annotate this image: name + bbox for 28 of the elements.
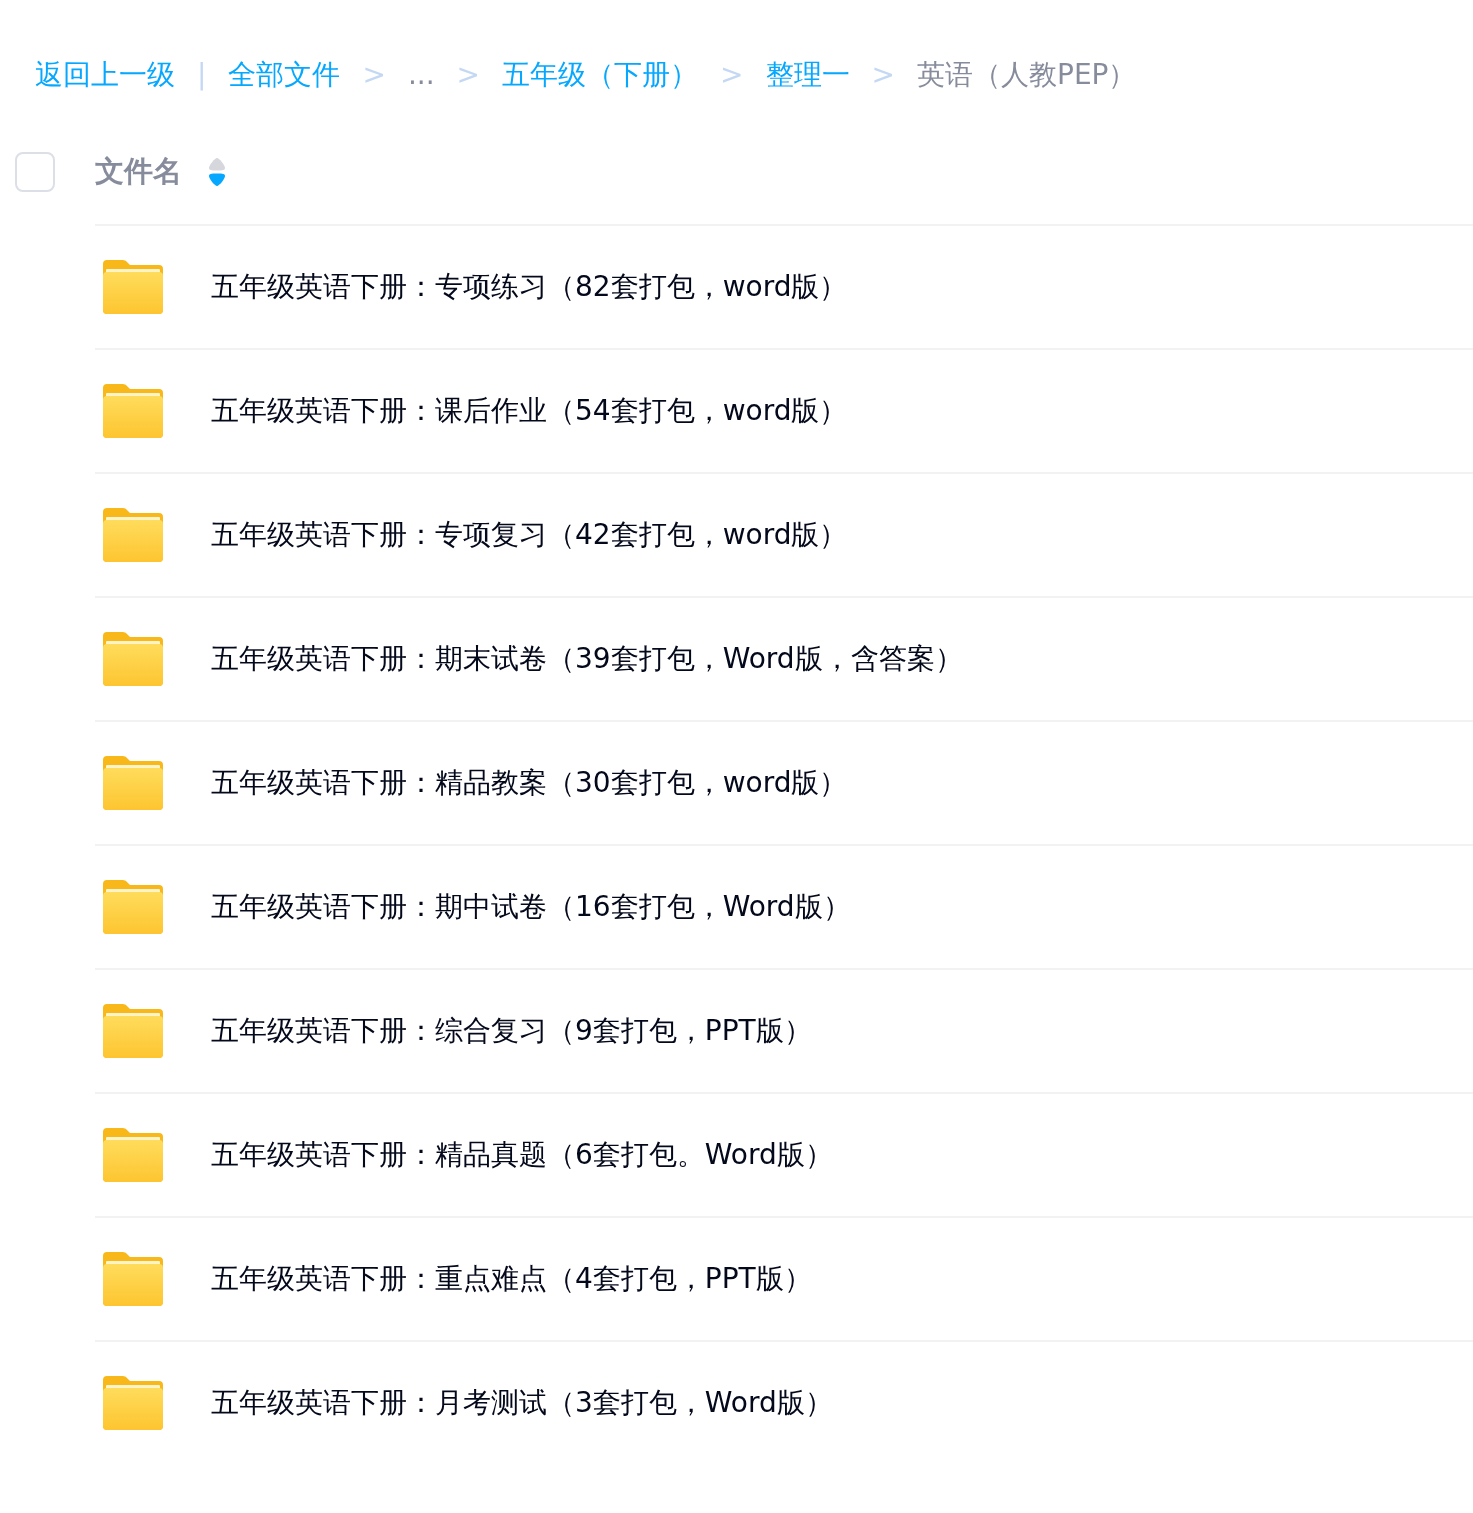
divider: |: [197, 57, 207, 93]
breadcrumb-separator: >: [456, 57, 481, 93]
file-name[interactable]: 五年级英语下册：综合复习（9套打包，PPT版）: [211, 1010, 812, 1052]
file-name[interactable]: 五年级英语下册：精品真题（6套打包。Word版）: [211, 1134, 833, 1176]
breadcrumb-separator: >: [720, 57, 744, 93]
select-all-checkbox[interactable]: [15, 152, 55, 192]
folder-icon: [103, 260, 163, 314]
file-name[interactable]: 五年级英语下册：专项练习（82套打包，word版）: [211, 266, 848, 308]
folder-icon: [103, 1376, 163, 1430]
folder-icon: [103, 1128, 163, 1182]
file-name[interactable]: 五年级英语下册：专项复习（42套打包，word版）: [211, 514, 848, 556]
file-name[interactable]: 五年级英语下册：精品教案（30套打包，word版）: [211, 762, 848, 804]
file-name[interactable]: 五年级英语下册：课后作业（54套打包，word版）: [211, 390, 848, 432]
folder-icon: [103, 632, 163, 686]
file-name[interactable]: 五年级英语下册：月考测试（3套打包，Word版）: [211, 1382, 833, 1424]
file-name[interactable]: 五年级英语下册：期中试卷（16套打包，Word版）: [211, 886, 851, 928]
folder-icon: [103, 756, 163, 810]
folder-icon: [103, 384, 163, 438]
folder-icon: [103, 1252, 163, 1306]
file-name[interactable]: 五年级英语下册：重点难点（4套打包，PPT版）: [211, 1258, 812, 1300]
breadcrumb-current: 英语（人教PEP）: [917, 57, 1137, 93]
file-name[interactable]: 五年级英语下册：期末试卷（39套打包，Word版，含答案）: [211, 638, 963, 680]
breadcrumb-separator: >: [362, 57, 386, 93]
folder-icon: [103, 1004, 163, 1058]
sort-icon[interactable]: [208, 157, 226, 187]
breadcrumb-separator: >: [871, 57, 895, 93]
folder-icon: [103, 508, 163, 562]
folder-icon: [103, 880, 163, 934]
